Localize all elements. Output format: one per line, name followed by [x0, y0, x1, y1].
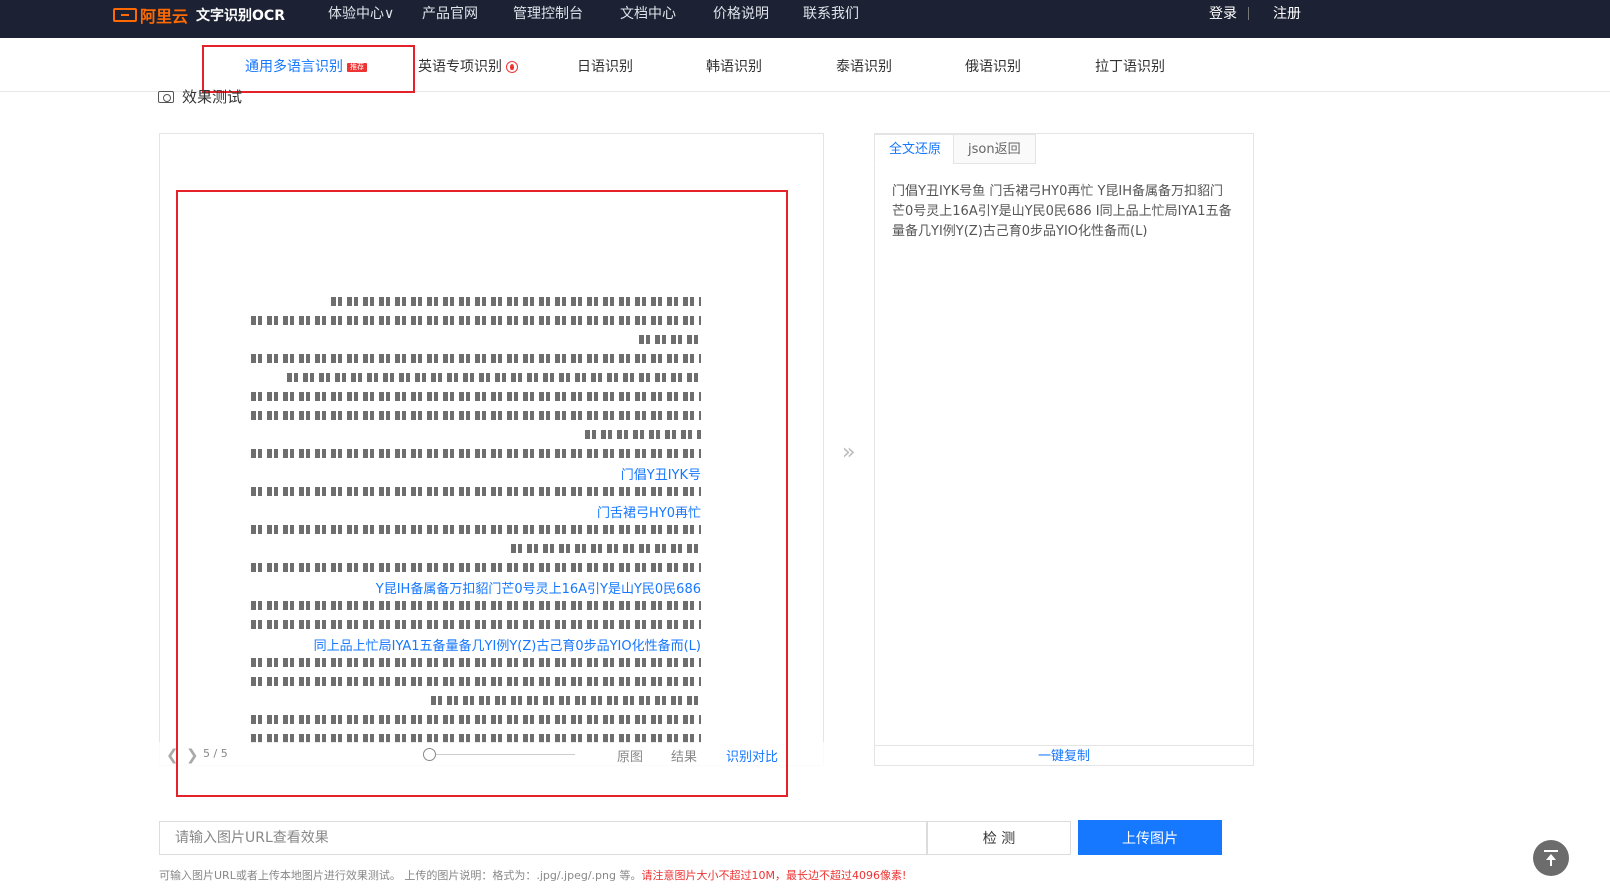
- double-chevron-right-icon[interactable]: »: [842, 440, 855, 465]
- annotation-box-viewer: [176, 190, 788, 797]
- hint-text: 可输入图片URL或者上传本地图片进行效果测试。 上传的图片说明：格式为：.jpg…: [159, 869, 642, 882]
- upload-image-button[interactable]: 上传图片: [1078, 820, 1222, 855]
- nav-docs[interactable]: 文档中心: [620, 3, 676, 23]
- auth-divider: [1248, 7, 1249, 20]
- product-name: 文字识别OCR: [196, 8, 285, 24]
- brand-name: 阿里云: [140, 7, 189, 26]
- nav-experience-center[interactable]: 体验中心∨: [328, 3, 394, 23]
- hot-icon: [506, 61, 518, 73]
- section-title: 效果测试: [158, 86, 242, 107]
- ocr-result-text: 门倡Y丑IYK号鱼 门舌裙弓HY0再忙 Y昆IH备属备万扣貂门芒0号灵上16A引…: [892, 184, 1232, 239]
- tab-korean[interactable]: 韩语识别: [706, 56, 762, 76]
- nav-contact[interactable]: 联系我们: [803, 3, 859, 23]
- nav-console[interactable]: 管理控制台: [513, 3, 583, 23]
- tab-russian[interactable]: 俄语识别: [965, 56, 1021, 76]
- tab-thai[interactable]: 泰语识别: [836, 56, 892, 76]
- register-link[interactable]: 注册: [1273, 3, 1301, 23]
- detect-button[interactable]: 检 测: [927, 821, 1071, 855]
- copy-all-button[interactable]: 一键复制: [874, 745, 1254, 767]
- tab-label: 英语专项识别: [418, 59, 502, 75]
- aliyun-logo[interactable]: 阿里云 文字识别OCR: [113, 4, 285, 26]
- nav-product-site[interactable]: 产品官网: [422, 3, 478, 23]
- aliyun-logo-icon: [113, 8, 137, 22]
- camera-icon: [158, 90, 174, 103]
- section-title-text: 效果测试: [182, 88, 243, 106]
- image-url-input[interactable]: [159, 821, 927, 855]
- nav-pricing[interactable]: 价格说明: [713, 3, 769, 23]
- top-bar: 阿里云 文字识别OCR 体验中心∨ 产品官网 管理控制台 文档中心 价格说明 联…: [0, 0, 1610, 38]
- back-to-top-icon[interactable]: [1533, 840, 1569, 876]
- login-link[interactable]: 登录: [1209, 3, 1237, 23]
- tab-full-text[interactable]: 全文还原: [874, 134, 957, 164]
- tab-japanese[interactable]: 日语识别: [577, 56, 633, 76]
- upload-hint: 可输入图片URL或者上传本地图片进行效果测试。 上传的图片说明：格式为：.jpg…: [159, 867, 906, 883]
- tab-latin[interactable]: 拉丁语识别: [1095, 56, 1165, 76]
- tab-json[interactable]: json返回: [953, 134, 1036, 164]
- tab-english[interactable]: 英语专项识别: [418, 56, 518, 76]
- hint-warning: 请注意图片大小不超过10M，最长边不超过4096像素!: [641, 869, 907, 882]
